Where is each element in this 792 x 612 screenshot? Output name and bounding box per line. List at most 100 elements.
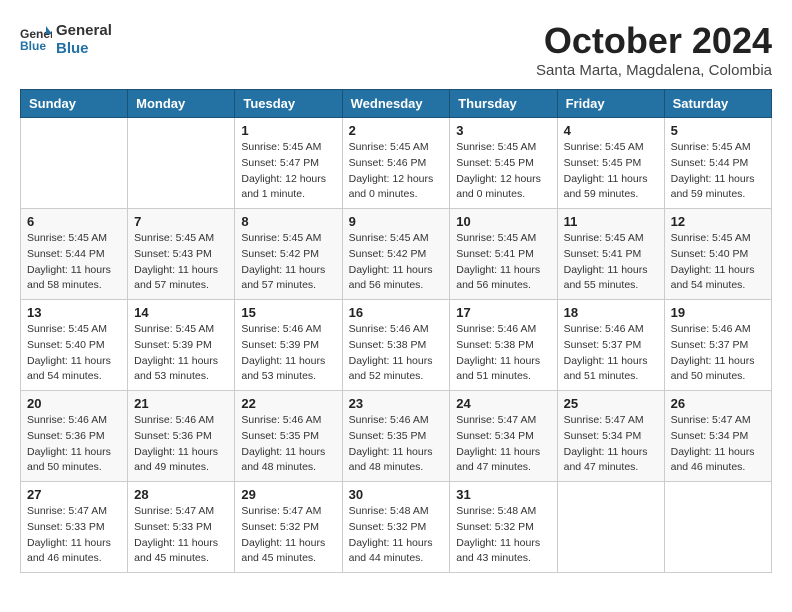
day-header-monday: Monday — [128, 90, 235, 118]
calendar-cell: 1Sunrise: 5:45 AMSunset: 5:47 PMDaylight… — [235, 118, 342, 209]
logo-icon: General Blue — [20, 24, 52, 52]
svg-text:Blue: Blue — [20, 39, 46, 52]
day-info: Sunrise: 5:45 AMSunset: 5:39 PMDaylight:… — [134, 322, 228, 385]
calendar-cell: 9 Sunrise: 5:45 AMSunset: 5:42 PMDaylight… — [342, 209, 450, 300]
calendar-cell: 17 Sunrise: 5:46 AMSunset: 5:38 PMDayligh… — [450, 300, 557, 391]
day-info: Sunrise: 5:45 AMSunset: 5:46 PMDaylight:… — [349, 140, 444, 203]
day-number: 29 — [241, 487, 335, 502]
day-info: Sunrise: 5:47 AMSunset: 5:34 PMDaylight:… — [564, 413, 658, 476]
calendar-cell: 4 Sunrise: 5:45 AMSunset: 5:45 PMDaylight… — [557, 118, 664, 209]
day-info: Sunrise: 5:45 AMSunset: 5:45 PMDaylight:… — [564, 140, 658, 203]
day-number: 21 — [134, 396, 228, 411]
calendar-cell — [128, 118, 235, 209]
month-title: October 2024 — [536, 20, 772, 62]
day-info: Sunrise: 5:45 AMSunset: 5:42 PMDaylight:… — [241, 231, 335, 294]
logo: General Blue General Blue — [20, 20, 112, 56]
calendar-cell: 6Sunrise: 5:45 AMSunset: 5:44 PMDaylight… — [21, 209, 128, 300]
day-number: 20 — [27, 396, 121, 411]
logo-blue: Blue — [56, 38, 112, 56]
calendar-cell: 8 Sunrise: 5:45 AMSunset: 5:42 PMDaylight… — [235, 209, 342, 300]
day-info: Sunrise: 5:45 AMSunset: 5:44 PMDaylight:… — [671, 140, 765, 203]
day-info: Sunrise: 5:46 AMSunset: 5:35 PMDaylight:… — [349, 413, 444, 476]
calendar-cell — [557, 482, 664, 573]
day-info: Sunrise: 5:46 AMSunset: 5:37 PMDaylight:… — [671, 322, 765, 385]
day-info: Sunrise: 5:47 AMSunset: 5:32 PMDaylight:… — [241, 504, 335, 567]
calendar-cell: 15 Sunrise: 5:46 AMSunset: 5:39 PMDayligh… — [235, 300, 342, 391]
week-row-1: 1Sunrise: 5:45 AMSunset: 5:47 PMDaylight… — [21, 118, 772, 209]
day-number: 7 — [134, 214, 228, 229]
day-number: 16 — [349, 305, 444, 320]
logo-general: General — [56, 20, 112, 38]
day-number: 28 — [134, 487, 228, 502]
day-number: 24 — [456, 396, 550, 411]
day-header-tuesday: Tuesday — [235, 90, 342, 118]
day-info: Sunrise: 5:46 AMSunset: 5:36 PMDaylight:… — [134, 413, 228, 476]
calendar-cell: 21 Sunrise: 5:46 AMSunset: 5:36 PMDayligh… — [128, 391, 235, 482]
calendar-cell: 29 Sunrise: 5:47 AMSunset: 5:32 PMDayligh… — [235, 482, 342, 573]
day-number: 3 — [456, 123, 550, 138]
day-number: 17 — [456, 305, 550, 320]
calendar-cell — [664, 482, 771, 573]
day-number: 19 — [671, 305, 765, 320]
day-info: Sunrise: 5:46 AMSunset: 5:35 PMDaylight:… — [241, 413, 335, 476]
day-info: Sunrise: 5:48 AMSunset: 5:32 PMDaylight:… — [349, 504, 444, 567]
calendar-cell: 19 Sunrise: 5:46 AMSunset: 5:37 PMDayligh… — [664, 300, 771, 391]
day-number: 5 — [671, 123, 765, 138]
week-row-4: 20 Sunrise: 5:46 AMSunset: 5:36 PMDayligh… — [21, 391, 772, 482]
day-number: 31 — [456, 487, 550, 502]
location-title: Santa Marta, Magdalena, Colombia — [536, 62, 772, 79]
day-number: 18 — [564, 305, 658, 320]
day-number: 22 — [241, 396, 335, 411]
week-row-2: 6Sunrise: 5:45 AMSunset: 5:44 PMDaylight… — [21, 209, 772, 300]
calendar-cell: 25Sunrise: 5:47 AMSunset: 5:34 PMDayligh… — [557, 391, 664, 482]
day-info: Sunrise: 5:46 AMSunset: 5:38 PMDaylight:… — [456, 322, 550, 385]
calendar-cell: 12Sunrise: 5:45 AMSunset: 5:40 PMDayligh… — [664, 209, 771, 300]
day-info: Sunrise: 5:46 AMSunset: 5:39 PMDaylight:… — [241, 322, 335, 385]
day-info: Sunrise: 5:48 AMSunset: 5:32 PMDaylight:… — [456, 504, 550, 567]
calendar-cell: 24 Sunrise: 5:47 AMSunset: 5:34 PMDayligh… — [450, 391, 557, 482]
day-number: 30 — [349, 487, 444, 502]
day-number: 13 — [27, 305, 121, 320]
day-info: Sunrise: 5:45 AMSunset: 5:43 PMDaylight:… — [134, 231, 228, 294]
day-header-saturday: Saturday — [664, 90, 771, 118]
day-info: Sunrise: 5:45 AMSunset: 5:40 PMDaylight:… — [27, 322, 121, 385]
calendar-cell: 23 Sunrise: 5:46 AMSunset: 5:35 PMDayligh… — [342, 391, 450, 482]
calendar-cell: 22 Sunrise: 5:46 AMSunset: 5:35 PMDayligh… — [235, 391, 342, 482]
day-header-wednesday: Wednesday — [342, 90, 450, 118]
day-number: 8 — [241, 214, 335, 229]
day-info: Sunrise: 5:45 AMSunset: 5:45 PMDaylight:… — [456, 140, 550, 203]
day-info: Sunrise: 5:45 AMSunset: 5:42 PMDaylight:… — [349, 231, 444, 294]
title-section: October 2024 Santa Marta, Magdalena, Col… — [536, 20, 772, 79]
calendar-cell: 16 Sunrise: 5:46 AMSunset: 5:38 PMDayligh… — [342, 300, 450, 391]
day-info: Sunrise: 5:47 AMSunset: 5:34 PMDaylight:… — [456, 413, 550, 476]
day-number: 27 — [27, 487, 121, 502]
day-info: Sunrise: 5:46 AMSunset: 5:38 PMDaylight:… — [349, 322, 444, 385]
day-info: Sunrise: 5:45 AMSunset: 5:47 PMDaylight:… — [241, 140, 335, 203]
calendar-cell: 5 Sunrise: 5:45 AMSunset: 5:44 PMDaylight… — [664, 118, 771, 209]
calendar-cell: 3 Sunrise: 5:45 AMSunset: 5:45 PMDaylight… — [450, 118, 557, 209]
calendar-cell: 14 Sunrise: 5:45 AMSunset: 5:39 PMDayligh… — [128, 300, 235, 391]
calendar-cell: 13 Sunrise: 5:45 AMSunset: 5:40 PMDayligh… — [21, 300, 128, 391]
day-info: Sunrise: 5:45 AMSunset: 5:41 PMDaylight:… — [564, 231, 658, 294]
day-number: 12 — [671, 214, 765, 229]
calendar-cell: 28 Sunrise: 5:47 AMSunset: 5:33 PMDayligh… — [128, 482, 235, 573]
calendar-cell: 7 Sunrise: 5:45 AMSunset: 5:43 PMDaylight… — [128, 209, 235, 300]
day-number: 23 — [349, 396, 444, 411]
day-number: 10 — [456, 214, 550, 229]
days-header-row: SundayMondayTuesdayWednesdayThursdayFrid… — [21, 90, 772, 118]
day-info: Sunrise: 5:47 AMSunset: 5:33 PMDaylight:… — [134, 504, 228, 567]
calendar-cell: 20 Sunrise: 5:46 AMSunset: 5:36 PMDayligh… — [21, 391, 128, 482]
day-number: 9 — [349, 214, 444, 229]
day-info: Sunrise: 5:46 AMSunset: 5:37 PMDaylight:… — [564, 322, 658, 385]
day-number: 14 — [134, 305, 228, 320]
calendar-cell: 27 Sunrise: 5:47 AMSunset: 5:33 PMDayligh… — [21, 482, 128, 573]
day-number: 4 — [564, 123, 658, 138]
day-header-friday: Friday — [557, 90, 664, 118]
day-number: 15 — [241, 305, 335, 320]
calendar-table: SundayMondayTuesdayWednesdayThursdayFrid… — [20, 89, 772, 573]
page-header: General Blue General Blue October 2024 S… — [20, 20, 772, 79]
day-header-thursday: Thursday — [450, 90, 557, 118]
day-info: Sunrise: 5:47 AMSunset: 5:33 PMDaylight:… — [27, 504, 121, 567]
day-info: Sunrise: 5:46 AMSunset: 5:36 PMDaylight:… — [27, 413, 121, 476]
day-number: 26 — [671, 396, 765, 411]
